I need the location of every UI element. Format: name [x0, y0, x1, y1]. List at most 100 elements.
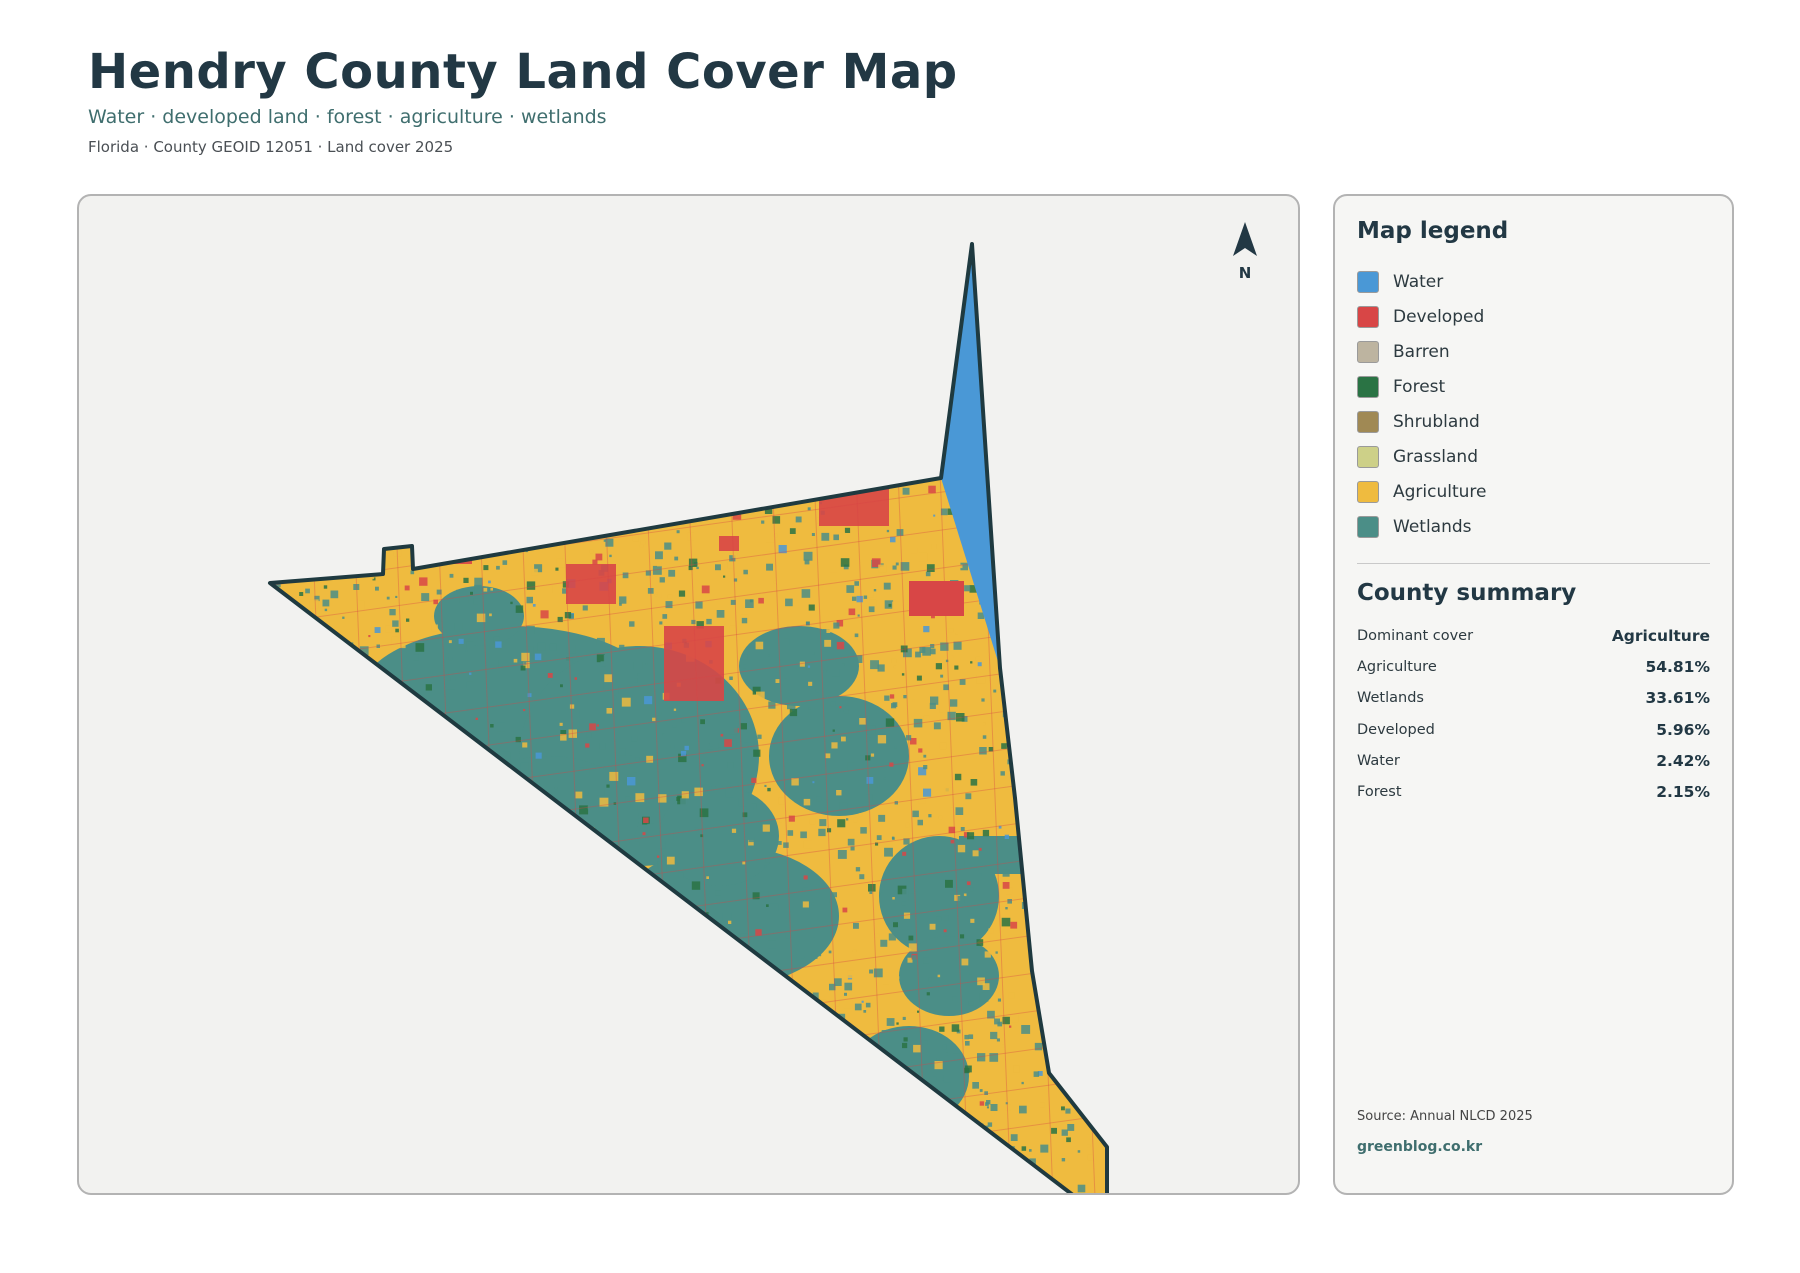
land-cover-cell — [424, 1167, 429, 1173]
legend-label: Wetlands — [1393, 516, 1472, 537]
land-cover-cell — [859, 718, 866, 725]
land-cover-cell — [1048, 335, 1051, 338]
land-cover-cell — [931, 1152, 941, 1161]
land-cover-cell — [704, 1087, 712, 1095]
land-cover-cell — [742, 664, 746, 669]
land-cover-cell — [1071, 388, 1077, 393]
land-cover-cell — [289, 915, 296, 922]
land-cover-cell — [957, 895, 965, 903]
land-cover-cell — [1075, 314, 1080, 319]
land-cover-cell — [803, 875, 808, 880]
land-cover-cell — [922, 647, 931, 656]
land-cover-cell — [801, 589, 811, 598]
land-cover-cell — [715, 564, 721, 571]
land-cover-cell — [975, 1177, 982, 1184]
map-canvas[interactable] — [79, 196, 1300, 1195]
land-cover-cell — [326, 799, 335, 808]
land-cover-cell — [338, 661, 342, 665]
land-cover-cell — [445, 1118, 451, 1124]
land-cover-cell — [874, 312, 883, 321]
land-cover-cell — [434, 911, 443, 921]
developed-area — [909, 581, 964, 616]
land-cover-cell — [733, 942, 739, 948]
land-cover-cell — [1115, 481, 1122, 488]
land-cover-cell — [640, 540, 646, 545]
road-line — [1054, 244, 1096, 1193]
land-cover-cell — [1028, 606, 1037, 615]
land-cover-cell — [988, 367, 997, 376]
land-cover-cell — [957, 879, 966, 888]
land-cover-cell — [433, 268, 437, 272]
land-cover-cell — [316, 289, 326, 298]
land-cover-cell — [1077, 1150, 1081, 1153]
summary-table: Dominant cover Agriculture Agriculture 5… — [1357, 620, 1710, 808]
land-cover-cell — [1002, 1044, 1005, 1048]
land-cover-cell — [898, 445, 908, 454]
land-cover-cell — [813, 937, 816, 941]
land-cover-cell — [325, 383, 328, 387]
land-cover-cell — [487, 352, 491, 356]
map-panel[interactable] — [77, 194, 1300, 1195]
land-cover-cell — [456, 296, 459, 299]
land-cover-cell — [491, 342, 501, 352]
land-cover-cell — [580, 342, 588, 350]
summary-label: Wetlands — [1357, 690, 1424, 707]
land-cover-cell — [715, 890, 721, 896]
land-cover-cell — [1084, 589, 1088, 593]
land-cover-cell — [491, 1020, 500, 1029]
land-cover-cell — [455, 1142, 463, 1150]
land-cover-cell — [939, 709, 943, 713]
land-cover-cell — [952, 996, 958, 1002]
land-cover-cell — [510, 601, 513, 605]
site-link[interactable]: greenblog.co.kr — [1357, 1139, 1482, 1155]
land-cover-cell — [859, 751, 863, 756]
land-cover-cell — [390, 502, 399, 511]
land-cover-cell — [1061, 492, 1069, 500]
land-cover-cell — [874, 389, 882, 397]
land-cover-cell — [1002, 882, 1010, 889]
land-cover-cell — [440, 930, 445, 934]
land-cover-cell — [386, 1043, 394, 1050]
land-cover-cell — [1105, 521, 1107, 527]
land-cover-cell — [589, 770, 596, 777]
land-cover-cell — [418, 945, 426, 952]
land-cover-cell — [1100, 922, 1107, 930]
land-cover-cell — [427, 415, 434, 422]
land-cover-cell — [1055, 584, 1062, 590]
road-line — [270, 973, 1107, 1145]
land-cover-cell — [538, 1005, 546, 1013]
land-cover-cell — [1101, 727, 1107, 735]
land-cover-cell — [389, 932, 395, 938]
land-cover-cell — [352, 846, 359, 853]
land-cover-cell — [316, 1050, 322, 1055]
land-cover-cell — [528, 404, 538, 414]
land-cover-cell — [830, 1039, 835, 1043]
land-cover-cell — [1051, 1035, 1060, 1044]
land-cover-cell — [460, 454, 468, 461]
land-cover-cell — [471, 1023, 478, 1030]
land-cover-cell — [279, 490, 283, 494]
land-cover-cell — [553, 852, 557, 855]
developed-area — [509, 496, 549, 526]
land-cover-cell — [990, 472, 993, 476]
land-cover-cell — [847, 762, 856, 771]
land-cover-cell — [455, 909, 464, 919]
land-cover-cell — [1083, 417, 1087, 421]
land-cover-cell — [982, 829, 990, 837]
land-cover-cell — [311, 392, 318, 399]
land-cover-cell — [655, 494, 658, 498]
land-cover-cell — [283, 1172, 289, 1178]
land-cover-cell — [833, 476, 839, 483]
land-cover-cell — [833, 534, 839, 541]
land-cover-cell — [457, 802, 465, 810]
land-cover-cell — [1078, 506, 1086, 514]
land-cover-cell — [277, 763, 284, 770]
land-cover-cell — [940, 414, 947, 421]
land-cover-cell — [307, 546, 317, 555]
land-cover-cell — [853, 922, 859, 929]
land-cover-cell — [415, 287, 424, 296]
land-cover-cell — [908, 893, 917, 902]
land-cover-cell — [1093, 1068, 1098, 1073]
land-cover-cell — [305, 495, 314, 504]
land-cover-cell — [869, 599, 877, 606]
